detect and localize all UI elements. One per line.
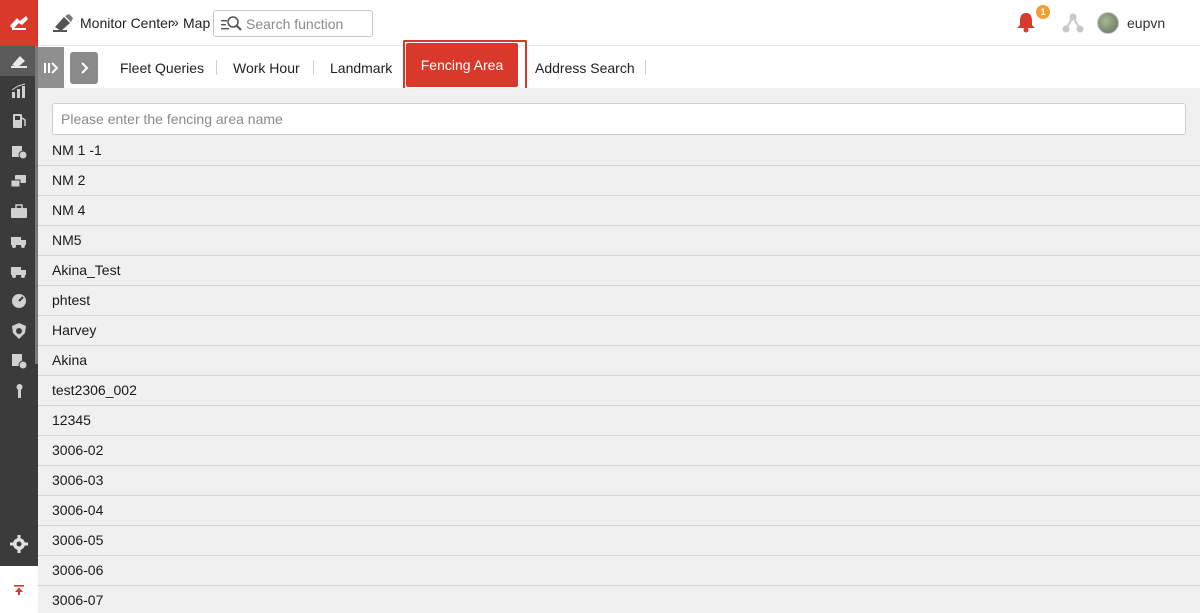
speedometer-icon xyxy=(12,294,26,308)
list-item[interactable]: test2306_002 xyxy=(38,376,1200,406)
list-item[interactable]: phtest xyxy=(38,286,1200,316)
fencing-area-search-input[interactable] xyxy=(52,103,1186,135)
sidebar-item-work[interactable] xyxy=(0,196,38,226)
shield-icon xyxy=(12,323,26,339)
sidebar-item-vehicle-alert[interactable] xyxy=(0,256,38,286)
sidebar-item-dispatch[interactable] xyxy=(0,166,38,196)
sidebar-item-tools[interactable] xyxy=(0,376,38,406)
network-icon[interactable] xyxy=(1062,12,1084,34)
header: Monitor Center » Map 1 eupvn xyxy=(38,0,1200,46)
chevron-right-icon xyxy=(81,62,89,74)
tab-divider xyxy=(313,60,314,75)
logo-icon[interactable] xyxy=(0,0,38,46)
list-item[interactable]: NM 1 -1 xyxy=(38,136,1200,166)
list-item[interactable]: Akina xyxy=(38,346,1200,376)
breadcrumb-separator: » xyxy=(171,14,179,30)
list-item[interactable]: Akina_Test xyxy=(38,256,1200,286)
fencing-area-list: NM 1 -1 NM 2 NM 4 NM5 Akina_Test phtest … xyxy=(38,136,1200,613)
sidebar-item-monitor[interactable] xyxy=(0,46,38,76)
back-to-top-icon xyxy=(14,584,24,595)
list-item[interactable]: NM 2 xyxy=(38,166,1200,196)
monitor-icon xyxy=(11,56,27,68)
vehicle-icon xyxy=(11,237,26,248)
maintenance-icon xyxy=(12,354,28,370)
breadcrumb-current: Map xyxy=(183,15,211,31)
avatar[interactable] xyxy=(1097,12,1119,34)
vehicle-alert-icon xyxy=(11,267,26,278)
list-item[interactable]: Harvey xyxy=(38,316,1200,346)
tab-divider xyxy=(645,60,646,75)
list-item[interactable]: NM 4 xyxy=(38,196,1200,226)
sidebar-item-speed[interactable] xyxy=(0,286,38,316)
dispatch-icon xyxy=(10,175,26,188)
list-item[interactable]: 3006-02 xyxy=(38,436,1200,466)
sidebar xyxy=(0,0,38,613)
sidebar-item-fuel[interactable] xyxy=(0,106,38,136)
tools-icon xyxy=(16,384,23,398)
sidebar-item-maintenance[interactable] xyxy=(0,346,38,376)
list-item[interactable]: 3006-07 xyxy=(38,586,1200,613)
list-item[interactable]: 3006-03 xyxy=(38,466,1200,496)
sidebar-toggle-button[interactable] xyxy=(38,47,64,89)
list-item[interactable]: NM5 xyxy=(38,226,1200,256)
gear-icon xyxy=(10,535,28,553)
tab-address-search[interactable]: Address Search xyxy=(535,60,635,76)
list-item[interactable]: 3006-06 xyxy=(38,556,1200,586)
function-search-box xyxy=(213,10,373,37)
fuel-icon xyxy=(13,114,26,128)
briefcase-icon xyxy=(11,204,27,218)
back-to-top-button[interactable] xyxy=(0,566,38,613)
tab-bar: Fleet Queries Work Hour Landmark Fencing… xyxy=(38,40,1200,94)
search-icon xyxy=(221,16,242,31)
tab-scroll-next-button[interactable] xyxy=(70,52,98,84)
list-item[interactable]: 3006-04 xyxy=(38,496,1200,526)
tab-work-hour[interactable]: Work Hour xyxy=(233,60,300,76)
function-search-input[interactable] xyxy=(246,15,368,33)
tab-landmark[interactable]: Landmark xyxy=(330,60,392,76)
cargo-icon xyxy=(12,146,28,160)
bell-icon[interactable] xyxy=(1015,11,1037,33)
report-icon xyxy=(11,83,26,98)
username[interactable]: eupvn xyxy=(1127,15,1165,31)
tab-fencing-area[interactable]: Fencing Area xyxy=(406,43,518,87)
notification-badge: 1 xyxy=(1036,5,1050,19)
expand-panel-icon xyxy=(44,62,59,74)
tab-divider xyxy=(216,60,217,75)
breadcrumb-parent[interactable]: Monitor Center xyxy=(80,15,173,31)
sidebar-item-report[interactable] xyxy=(0,76,38,106)
sidebar-item-cargo[interactable] xyxy=(0,136,38,166)
monitor-center-icon xyxy=(53,14,73,32)
fencing-area-panel: NM 1 -1 NM 2 NM 4 NM5 Akina_Test phtest … xyxy=(38,88,1200,613)
tab-fleet-queries[interactable]: Fleet Queries xyxy=(120,60,204,76)
list-item[interactable]: 12345 xyxy=(38,406,1200,436)
sidebar-item-safety[interactable] xyxy=(0,316,38,346)
sidebar-item-vehicle[interactable] xyxy=(0,226,38,256)
settings-button[interactable] xyxy=(0,522,38,566)
list-item[interactable]: 3006-05 xyxy=(38,526,1200,556)
